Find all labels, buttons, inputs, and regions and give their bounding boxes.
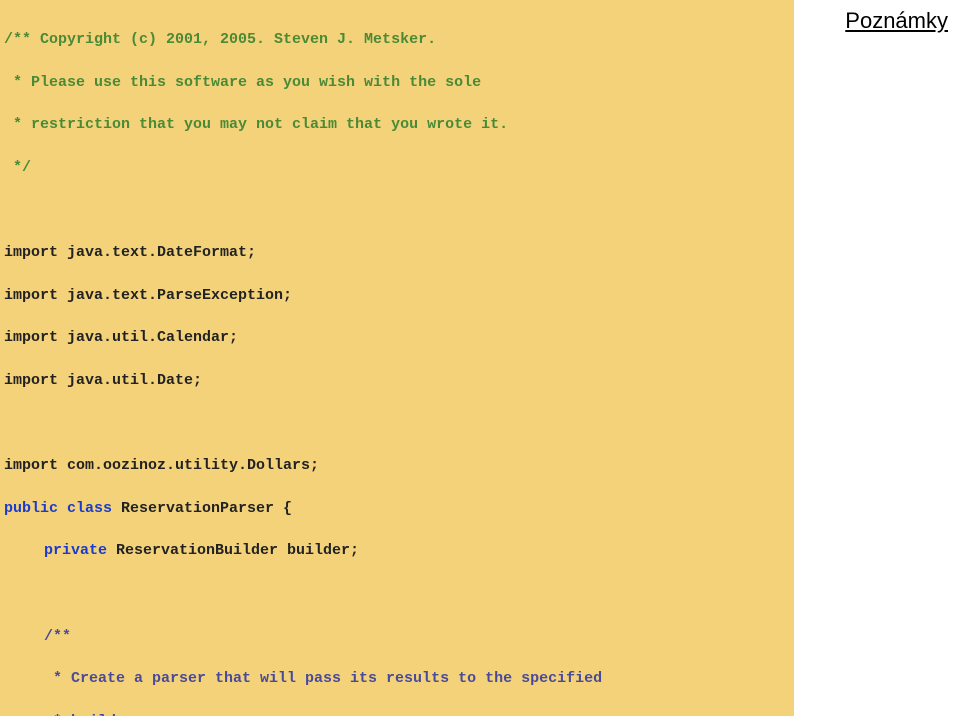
notes-heading: Poznámky (845, 8, 948, 34)
blank-line (4, 413, 790, 434)
code-line: */ (4, 157, 790, 178)
code-line: public class ReservationParser { (4, 498, 790, 519)
code-line: * Please use this software as you wish w… (4, 72, 790, 93)
code-line: private ReservationBuilder builder; (4, 540, 790, 561)
keyword: public class (4, 500, 121, 517)
code-line: import java.util.Date; (4, 370, 790, 391)
identifier: ReservationBuilder builder; (116, 542, 359, 559)
code-line: * Create a parser that will pass its res… (4, 668, 790, 689)
keyword: private (44, 542, 116, 559)
code-line: import java.text.ParseException; (4, 285, 790, 306)
code-panel: /** Copyright (c) 2001, 2005. Steven J. … (0, 0, 794, 716)
blank-line (4, 200, 790, 221)
code-line: import java.util.Calendar; (4, 327, 790, 348)
doc-comment: * Create a parser that will pass its res… (4, 668, 602, 689)
blank-line (4, 583, 790, 604)
code-line: * builder. (4, 711, 790, 716)
doc-comment: /** (4, 626, 71, 647)
code-line: /** (4, 626, 790, 647)
code-line: * restriction that you may not claim tha… (4, 114, 790, 135)
code-line: /** Copyright (c) 2001, 2005. Steven J. … (4, 29, 790, 50)
identifier: ReservationParser { (121, 500, 292, 517)
code-line: import java.text.DateFormat; (4, 242, 790, 263)
doc-comment: * builder. (4, 711, 143, 716)
code-line: import com.oozinoz.utility.Dollars; (4, 455, 790, 476)
